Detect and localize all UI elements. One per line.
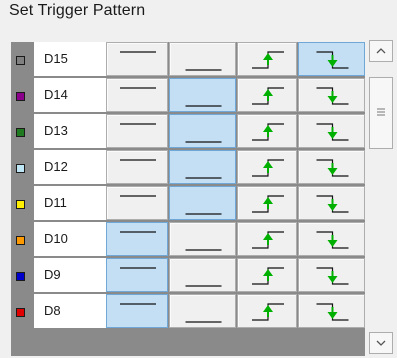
channel-label: D9 [34, 258, 106, 292]
channel-color-swatch [16, 272, 25, 281]
low-level-icon [185, 285, 222, 287]
high-level-icon [120, 87, 156, 89]
rising-edge-icon [252, 87, 284, 105]
high-level-icon [120, 231, 156, 233]
low-level-icon [185, 105, 222, 107]
scroll-up-button[interactable] [369, 40, 393, 62]
rising-edge-button[interactable] [237, 150, 297, 184]
channel-label: D11 [34, 186, 106, 220]
low-level-button[interactable] [169, 42, 236, 76]
high-level-button[interactable] [106, 258, 168, 292]
channel-label: D10 [34, 222, 106, 256]
rising-edge-icon [252, 51, 284, 69]
falling-edge-icon [316, 303, 349, 321]
channel-label: D15 [34, 42, 106, 76]
low-level-icon [185, 141, 222, 143]
page-title: Set Trigger Pattern [9, 2, 146, 19]
channel-color-swatch [16, 92, 25, 101]
falling-edge-button[interactable] [298, 42, 365, 76]
falling-edge-icon [316, 159, 349, 177]
channel-color-swatch [16, 236, 25, 245]
low-level-button[interactable] [169, 78, 236, 112]
grip-icon [377, 108, 385, 116]
falling-edge-icon [316, 195, 349, 213]
low-level-icon [185, 321, 222, 323]
high-level-button[interactable] [106, 42, 168, 76]
low-level-button[interactable] [169, 258, 236, 292]
falling-edge-button[interactable] [298, 294, 365, 328]
rising-edge-button[interactable] [237, 294, 297, 328]
channel-row: D10 [11, 222, 365, 258]
falling-edge-button[interactable] [298, 186, 365, 220]
high-level-icon [120, 267, 156, 269]
rising-edge-icon [252, 159, 284, 177]
falling-edge-button[interactable] [298, 222, 365, 256]
chevron-up-icon [376, 48, 386, 54]
rising-edge-icon [252, 123, 284, 141]
low-level-button[interactable] [169, 222, 236, 256]
rising-edge-button[interactable] [237, 42, 297, 76]
channel-row: D11 [11, 186, 365, 222]
scroll-thumb[interactable] [369, 77, 393, 149]
high-level-icon [120, 195, 156, 197]
channel-row: D9 [11, 258, 365, 294]
low-level-button[interactable] [169, 294, 236, 328]
falling-edge-icon [316, 231, 349, 249]
low-level-icon [185, 213, 222, 215]
channel-color-swatch [16, 308, 25, 317]
high-level-button[interactable] [106, 150, 168, 184]
rising-edge-button[interactable] [237, 114, 297, 148]
rising-edge-button[interactable] [237, 186, 297, 220]
falling-edge-icon [316, 87, 349, 105]
channel-color-swatch [16, 56, 25, 65]
falling-edge-icon [316, 267, 349, 285]
channel-row: D8 [11, 294, 365, 330]
high-level-button[interactable] [106, 186, 168, 220]
channel-row: D13 [11, 114, 365, 150]
falling-edge-icon [316, 123, 349, 141]
low-level-icon [185, 69, 222, 71]
high-level-icon [120, 159, 156, 161]
falling-edge-button[interactable] [298, 114, 365, 148]
rising-edge-icon [252, 195, 284, 213]
high-level-button[interactable] [106, 222, 168, 256]
falling-edge-icon [316, 51, 349, 69]
rising-edge-button[interactable] [237, 78, 297, 112]
low-level-icon [185, 249, 222, 251]
rising-edge-icon [252, 231, 284, 249]
channel-label: D14 [34, 78, 106, 112]
rising-edge-icon [252, 303, 284, 321]
high-level-icon [120, 51, 156, 53]
channel-color-swatch [16, 200, 25, 209]
scroll-down-button[interactable] [369, 332, 393, 354]
low-level-icon [185, 177, 222, 179]
rising-edge-icon [252, 267, 284, 285]
channel-row: D12 [11, 150, 365, 186]
channel-label: D8 [34, 294, 106, 328]
high-level-button[interactable] [106, 114, 168, 148]
rising-edge-button[interactable] [237, 222, 297, 256]
low-level-button[interactable] [169, 186, 236, 220]
trigger-pattern-grid: D15 D14 D13 D12 D11 D10 D9 D8 [11, 42, 365, 356]
low-level-button[interactable] [169, 150, 236, 184]
channel-label: D13 [34, 114, 106, 148]
high-level-button[interactable] [106, 294, 168, 328]
high-level-button[interactable] [106, 78, 168, 112]
high-level-icon [120, 303, 156, 305]
channel-label: D12 [34, 150, 106, 184]
high-level-icon [120, 123, 156, 125]
low-level-button[interactable] [169, 114, 236, 148]
falling-edge-button[interactable] [298, 258, 365, 292]
falling-edge-button[interactable] [298, 150, 365, 184]
chevron-down-icon [376, 340, 386, 346]
vertical-scrollbar[interactable] [366, 40, 396, 356]
channel-row: D15 [11, 42, 365, 78]
channel-color-swatch [16, 164, 25, 173]
channel-color-swatch [16, 128, 25, 137]
falling-edge-button[interactable] [298, 78, 365, 112]
channel-row: D14 [11, 78, 365, 114]
rising-edge-button[interactable] [237, 258, 297, 292]
